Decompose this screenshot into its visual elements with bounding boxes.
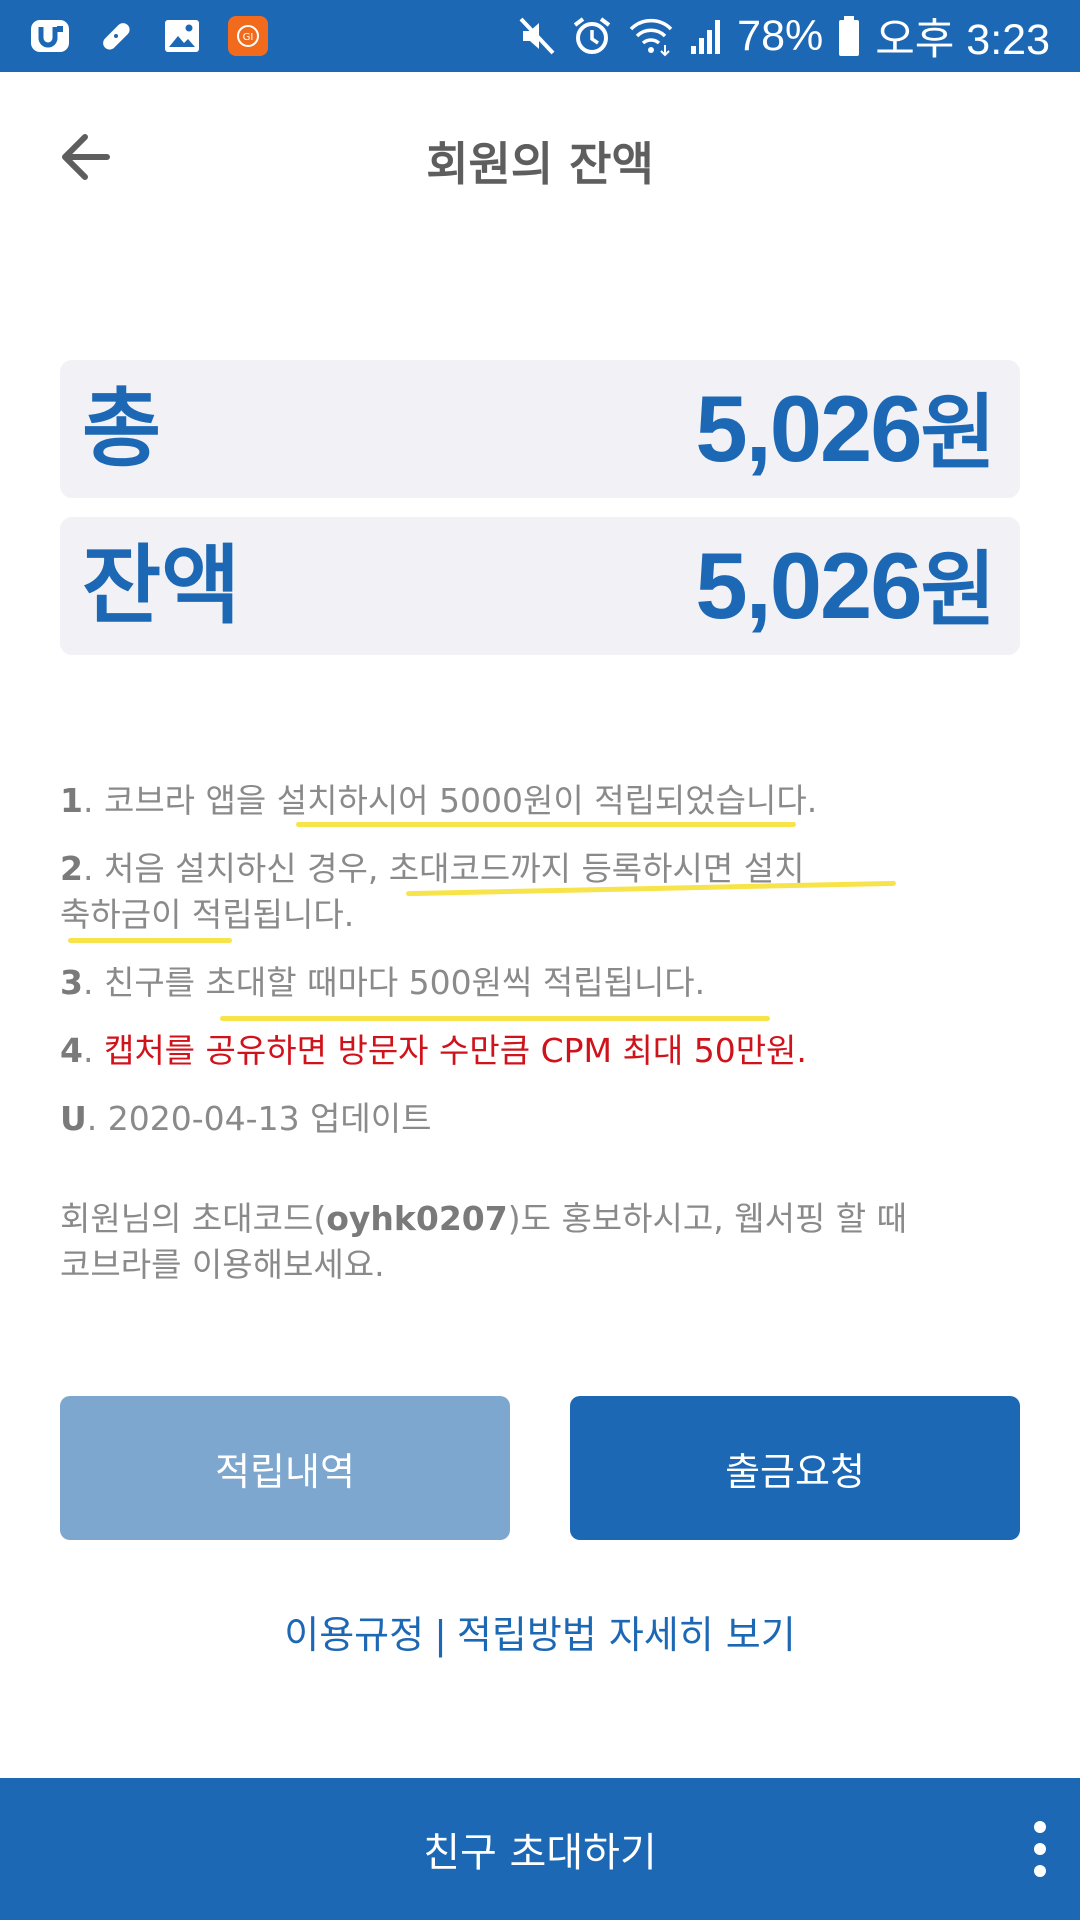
invite-code: oyhk0207	[326, 1199, 508, 1238]
remaining-label: 잔액	[82, 536, 241, 636]
notice-text: 2020-04-13 업데이트	[107, 1099, 432, 1138]
total-value: 5,026원	[695, 374, 996, 489]
footer-links: 이용규정 | 적립방법 자세히 보기	[0, 1604, 1080, 1659]
notice-text: 친구를 초대할 때마다 500원씩 적립됩니다.	[103, 963, 706, 1002]
notice-number: 3	[60, 963, 83, 1002]
remaining-balance-card: 잔액 5,026원	[60, 517, 1020, 655]
app-header: 회원의 잔액	[0, 72, 1080, 242]
more-vertical-icon[interactable]	[1012, 1808, 1068, 1890]
battery-percent: 78%	[737, 11, 824, 60]
notice-text: 처음 설치하신 경우, 초대코드까지 등록하시면 설치	[103, 849, 805, 888]
notice-text: 코브라 앱을 설치하시어 5000원이 적립되었습니다.	[103, 781, 818, 820]
notice-item-continued: 축하금이 적립됩니다.	[60, 892, 1020, 938]
remaining-amount: 5,026	[695, 533, 922, 638]
clock: 오후 3:23	[875, 16, 1050, 64]
battery-icon	[839, 16, 860, 56]
mute-icon	[519, 17, 555, 55]
status-bar: GI 78% 오후 3:23	[0, 0, 1080, 72]
invite-prefix: 회원님의 초대코드(	[60, 1199, 327, 1238]
wifi-icon	[629, 18, 673, 57]
u-app-icon	[28, 14, 72, 58]
total-amount: 5,026	[695, 376, 922, 481]
invite-suffix: )도 홍보하시고, 웹서핑 할 때	[507, 1199, 908, 1238]
total-unit: 원	[920, 386, 996, 481]
highlight-underline	[296, 822, 796, 827]
invite-friend-button[interactable]: 친구 초대하기	[0, 1778, 1080, 1920]
highlight-underline	[68, 938, 232, 943]
svg-text:GI: GI	[243, 32, 254, 43]
total-label: 총	[82, 379, 162, 479]
remaining-unit: 원	[920, 543, 996, 638]
remaining-value: 5,026원	[695, 531, 996, 646]
page-title: 회원의 잔액	[426, 137, 654, 191]
withdraw-button[interactable]: 출금요청	[570, 1396, 1020, 1540]
orange-app-icon: GI	[226, 14, 270, 58]
system-icons: 78% 오후 3:23	[517, 10, 1050, 64]
alarm-icon	[573, 17, 611, 54]
total-balance-card: 총 5,026원	[60, 360, 1020, 498]
bandage-icon	[94, 14, 138, 58]
notice-number: 2	[60, 849, 83, 888]
notice-item: 1. 코브라 앱을 설치하시어 5000원이 적립되었습니다.	[60, 781, 818, 820]
gallery-icon	[160, 14, 204, 58]
notice-number: 4	[60, 1031, 83, 1070]
details-link[interactable]: 적립방법 자세히 보기	[457, 1613, 796, 1657]
invite-line2: 코브라를 이용해보세요.	[60, 1245, 385, 1284]
history-button[interactable]: 적립내역	[60, 1396, 510, 1540]
notice-number: 1	[60, 781, 83, 820]
notice-text: 캡처를 공유하면 방문자 수만큼 CPM 최대 50만원.	[103, 1031, 807, 1070]
bottom-bar: 친구 초대하기	[0, 1778, 1080, 1920]
notice-number: U	[60, 1099, 87, 1138]
notice-item: 4. 캡처를 공유하면 방문자 수만큼 CPM 최대 50만원.	[60, 1031, 807, 1070]
notice-item: U. 2020-04-13 업데이트	[60, 1099, 432, 1138]
notice-text: 축하금이 적립됩니다.	[60, 895, 355, 934]
signal-icon	[691, 20, 721, 54]
invite-code-message: 회원님의 초대코드(oyhk0207)도 홍보하시고, 웹서핑 할 때 코브라를…	[60, 1196, 1020, 1288]
terms-link[interactable]: 이용규정	[284, 1613, 424, 1657]
link-separator: |	[434, 1613, 447, 1657]
notice-item: 3. 친구를 초대할 때마다 500원씩 적립됩니다.	[60, 963, 706, 1002]
highlight-underline	[220, 1016, 770, 1021]
notification-icons: GI	[28, 14, 270, 58]
